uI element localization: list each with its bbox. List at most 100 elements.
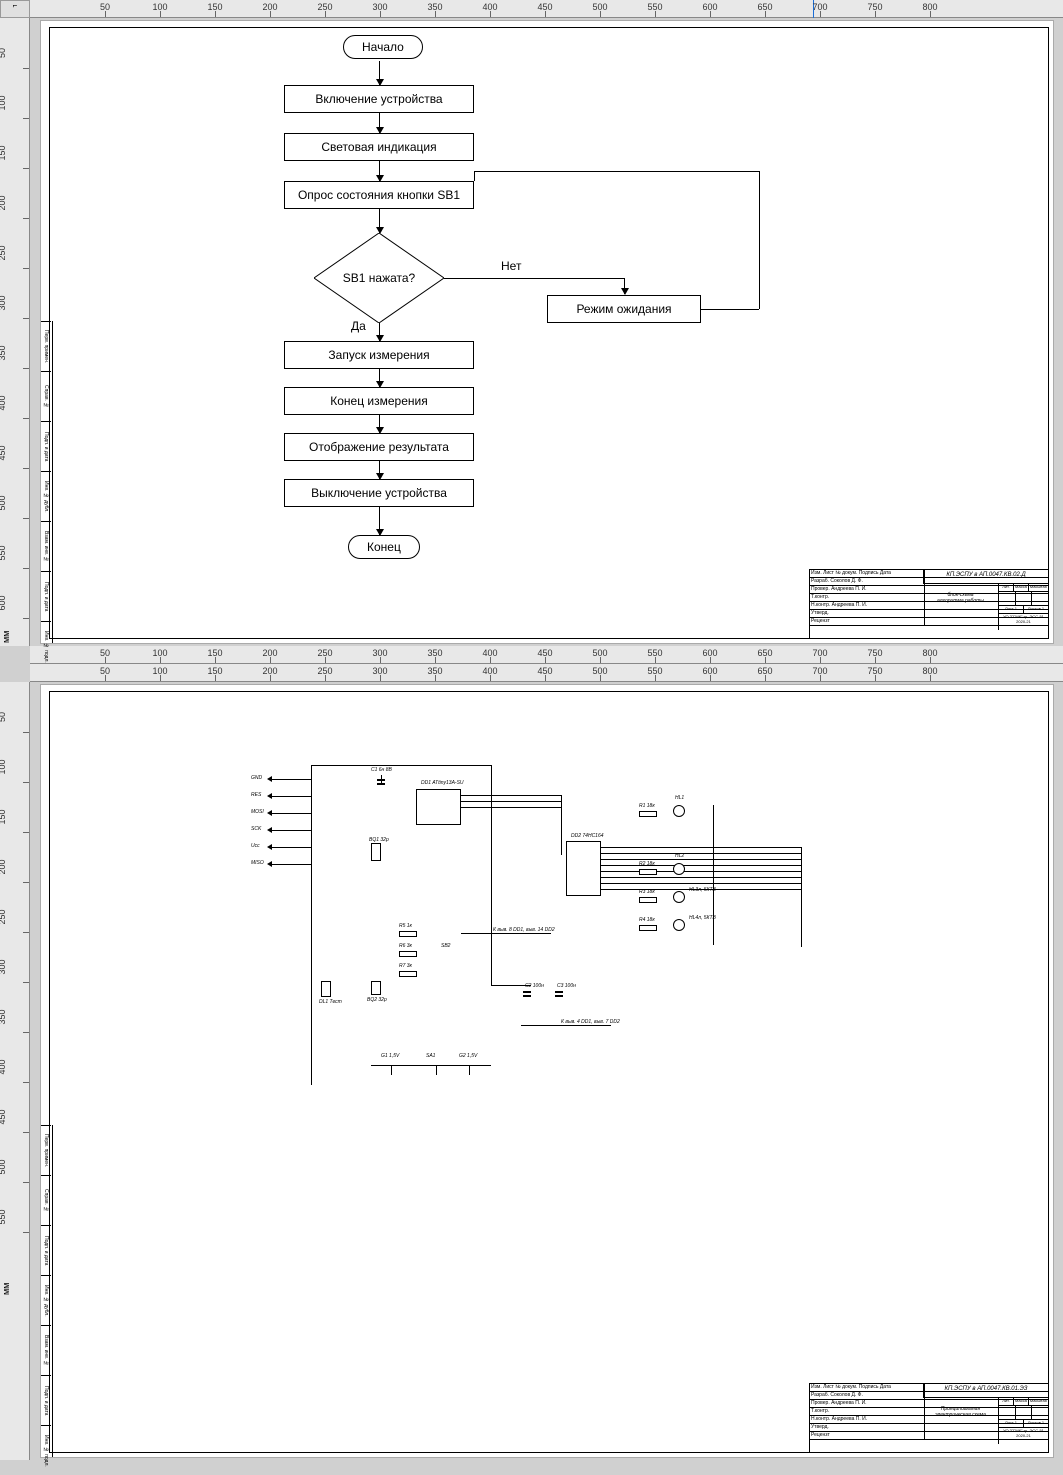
- sch-wire: [461, 807, 561, 808]
- resistor-icon: [639, 925, 657, 931]
- ruler-horizontal-bottom[interactable]: 5010015020025030035040045050055060065070…: [30, 646, 1063, 664]
- sch-wire: [491, 765, 492, 985]
- sch-wire: [601, 865, 801, 866]
- comp-g1: G1 1,5V: [381, 1053, 399, 1059]
- side-stamp-cell: Инв. № дубл.: [41, 471, 51, 521]
- comp-dd1: DD1 ATtiny13A-SU: [421, 780, 464, 786]
- signal-label: RES: [251, 792, 261, 798]
- ruler-vertical-page2[interactable]: 50100150200250300350400450500550: [0, 682, 30, 1460]
- signal-label: SCK: [251, 826, 261, 832]
- ruler-tick-label: 300: [0, 288, 7, 318]
- sch-wire: [801, 847, 802, 947]
- comp-hl4: HL4л, 5КТВ: [689, 915, 716, 921]
- comp-sa1: SA1: [426, 1053, 435, 1059]
- resistor-icon: [399, 951, 417, 957]
- arrowhead-down-icon: [621, 288, 629, 295]
- ruler-tick-label: 400: [0, 1052, 7, 1082]
- ruler-origin[interactable]: ⌐: [0, 0, 30, 18]
- sch-wire: [461, 933, 551, 934]
- sch-wire: [311, 765, 491, 766]
- signal-label: MOSI: [251, 809, 264, 815]
- title-block-1: КП.ЭСПУ в АП.0047.КВ.02.Д Изм. Лист № до…: [809, 569, 1049, 639]
- tb-description: блок-схема алгоритма работы: [923, 592, 998, 622]
- tb2-sheet: Лист 1: [999, 1420, 1024, 1427]
- ruler-tick-label: 250: [0, 902, 7, 932]
- flow-standby: Режим ожидания: [547, 295, 701, 323]
- ruler-tick-label: 450: [0, 438, 7, 468]
- bq1-box: [371, 843, 381, 861]
- drawing-page-1[interactable]: Перв. примен.Справ. №Подп. и датаИнв. № …: [40, 20, 1054, 644]
- comp-bq2: BQ2 32p: [367, 997, 387, 1003]
- tb2-org: УО "ГГМК" гр. ЭСС-51 2020-21: [999, 1428, 1048, 1444]
- comp-hl2: HL2: [675, 853, 684, 859]
- resistor-icon: [639, 869, 657, 875]
- cap-icon: [523, 991, 531, 993]
- tb-desc-2: алгоритма работы: [937, 598, 984, 604]
- unit-label-2: мм: [1, 1283, 11, 1295]
- sch-wire: [461, 795, 561, 796]
- resistor-icon: [639, 811, 657, 817]
- ruler-tick-label: 200: [0, 852, 7, 882]
- flow-arrow: [474, 171, 475, 181]
- comp-hl3: HL3л, 5КТВ: [689, 887, 716, 893]
- sch-wire: [601, 853, 801, 854]
- sch-wire: [469, 1065, 470, 1075]
- comp-r3: R3 18к: [639, 889, 655, 895]
- flow-decision: SB1 нажата?: [314, 233, 444, 323]
- ruler-tick-label: 50: [0, 702, 7, 732]
- sch-wire: [601, 859, 801, 860]
- led-icon: [673, 919, 685, 931]
- cap-icon: [523, 995, 531, 997]
- side-stamp-column: Перв. примен.Справ. №Подп. и датаИнв. № …: [41, 321, 53, 643]
- comp-g2: G2 1,5V: [459, 1053, 477, 1059]
- side-stamp-cell: Взам. инв. №: [41, 521, 51, 571]
- signal-label: GND: [251, 775, 262, 781]
- tb-meta-2: Лит.МассаМасштаб Лист 1Листов 1 УО "ГГМК…: [998, 1398, 1048, 1444]
- decision-text: SB1 нажата?: [343, 271, 415, 285]
- resistor-icon: [399, 931, 417, 937]
- ruler-horizontal-top[interactable]: 5010015020025030035040045050055060065070…: [30, 0, 1063, 18]
- ruler-tick-label: 150: [0, 138, 7, 168]
- drawing-page-2[interactable]: Перв. примен.Справ. №Подп. и датаИнв. № …: [40, 684, 1054, 1458]
- comp-r6: R6 3к: [399, 943, 412, 949]
- flow-start: Начало: [343, 35, 423, 59]
- ruler-tick-label: 100: [0, 88, 7, 118]
- flow-arrow: [759, 171, 760, 309]
- comp-c2: C2 100н: [525, 983, 544, 989]
- comp-c1: C1 6н 8В: [371, 767, 392, 773]
- comp-r7: R7 3к: [399, 963, 412, 969]
- ruler-tick-label: 350: [0, 338, 7, 368]
- ruler-horizontal-top-page2[interactable]: 5010015020025030035040045050055060065070…: [30, 664, 1063, 682]
- flow-step-3: Опрос состояния кнопки SB1: [284, 181, 474, 209]
- sch-wire: [371, 1065, 491, 1066]
- tb-meta: Лит.МассаМасштаб Лист 1Листов 1 УО "ГГМК…: [998, 584, 1048, 630]
- cap-icon: [377, 779, 385, 781]
- decision-yes-label: Да: [351, 319, 366, 333]
- tb-scale: Масштаб: [1029, 584, 1048, 591]
- comp-hl1: HL1: [675, 795, 684, 801]
- tb2-sheets: Листов 1: [1024, 1420, 1048, 1427]
- comp-r1: R1 18к: [639, 803, 655, 809]
- ruler-tick-label: 200: [0, 188, 7, 218]
- tb-lit: Лит.: [999, 584, 1014, 591]
- side-stamp-cell: Подп. и дата: [41, 1225, 51, 1275]
- resistor-icon: [639, 897, 657, 903]
- ruler-tick-label: 600: [0, 588, 7, 618]
- tb-code-2: КП.ЭСПУ в АП.0047.КВ.01.ЭЗ: [923, 1384, 1048, 1398]
- side-stamp-cell: Подп. и дата: [41, 421, 51, 471]
- ruler-tick-label: 150: [0, 802, 7, 832]
- ruler-vertical-page1[interactable]: 50100150200250300350400450500550600: [0, 18, 30, 646]
- ruler-tick-label: 250: [0, 238, 7, 268]
- tb-org: УО "ГГМК" гр. ЭСС-51 2020-21: [999, 614, 1048, 630]
- ruler-tick-label: 400: [0, 388, 7, 418]
- tb-description-2: Принципиальная электрическая схема: [923, 1406, 998, 1436]
- flow-end: Конец: [348, 535, 420, 559]
- side-stamp-cell: Взам. инв. №: [41, 1325, 51, 1375]
- sch-wire: [601, 871, 801, 872]
- dd2-box: [566, 841, 601, 896]
- dd1-box: [416, 789, 461, 825]
- sch-wire: [311, 765, 312, 1085]
- drawing-frame: [49, 27, 1049, 639]
- flow-after-3: Отображение результата: [284, 433, 474, 461]
- sch-wire: [601, 877, 801, 878]
